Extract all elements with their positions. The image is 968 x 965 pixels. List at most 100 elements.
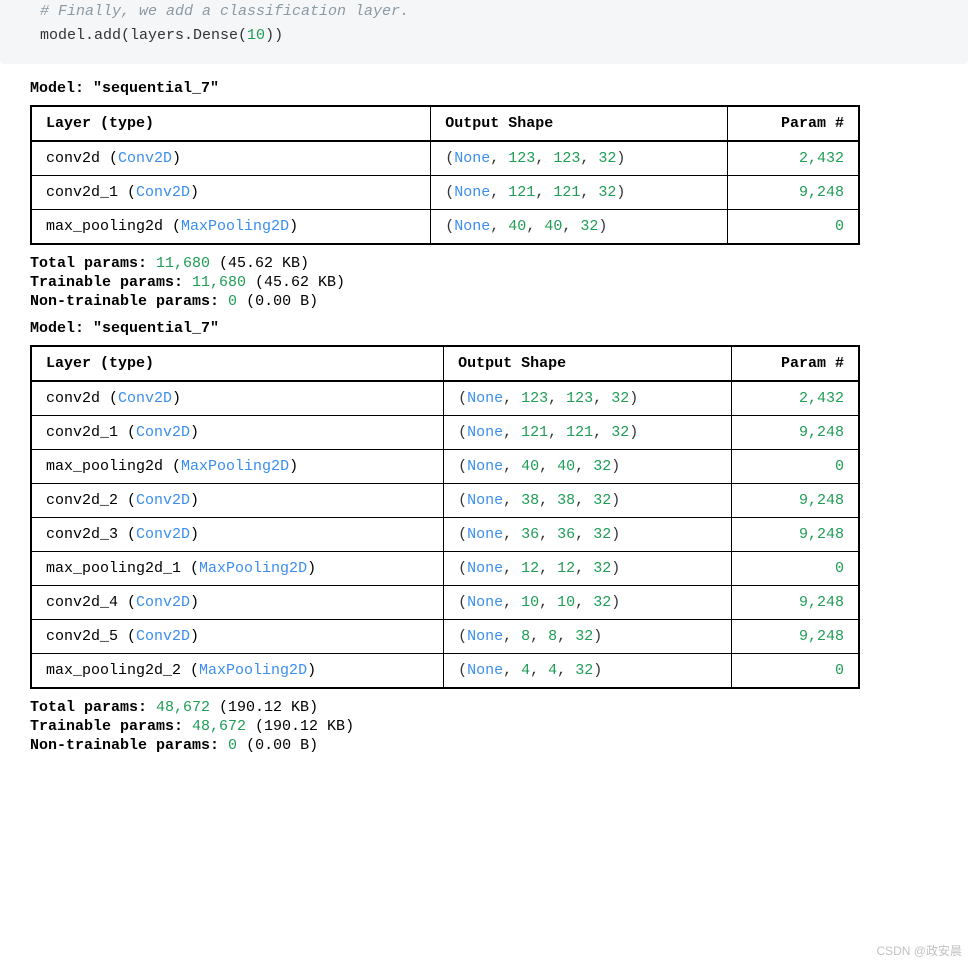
layer-name: max_pooling2d (46, 218, 163, 235)
layer-type: Conv2D (136, 184, 190, 201)
shape-dim: 121 (566, 424, 593, 441)
table-row: conv2d (Conv2D)(None, 123, 123, 32) 2,432 (31, 141, 859, 176)
shape-dim: 32 (598, 184, 616, 201)
shape-cell: (None, 38, 38, 32) (444, 484, 732, 518)
shape-none: None (454, 184, 490, 201)
layer-name: max_pooling2d (46, 458, 163, 475)
table-header-row: Layer (type) Output Shape Param # (31, 346, 859, 381)
shape-none: None (467, 458, 503, 475)
layer-type: Conv2D (118, 390, 172, 407)
shape-dim: 38 (521, 492, 539, 509)
model-title: Model: "sequential_7" (30, 80, 938, 97)
shape-dim: 10 (521, 594, 539, 611)
shape-cell: (None, 36, 36, 32) (444, 518, 732, 552)
summary-value: 48,672 (192, 718, 246, 735)
param-cell: 9,248 (732, 484, 859, 518)
param-value: 9,248 (799, 526, 844, 543)
layer-cell: conv2d_1 (Conv2D) (31, 176, 431, 210)
summary-size: (190.12 KB) (246, 718, 354, 735)
code-number: 10 (247, 27, 265, 44)
layer-cell: conv2d (Conv2D) (31, 141, 431, 176)
table-header-row: Layer (type) Output Shape Param # (31, 106, 859, 141)
total-params: Total params: 48,672 (190.12 KB) (30, 699, 938, 716)
col-layer: Layer (type) (31, 106, 431, 141)
layer-name: conv2d_1 (46, 424, 118, 441)
col-layer: Layer (type) (31, 346, 444, 381)
summary-label: Trainable params: (30, 274, 192, 291)
shape-dim: 123 (521, 390, 548, 407)
table-row: max_pooling2d (MaxPooling2D)(None, 40, 4… (31, 450, 859, 484)
param-value: 0 (835, 560, 844, 577)
shape-none: None (467, 390, 503, 407)
shape-dim: 32 (611, 390, 629, 407)
trainable-params: Trainable params: 11,680 (45.62 KB) (30, 274, 938, 291)
table-row: conv2d_1 (Conv2D)(None, 121, 121, 32)9,2… (31, 416, 859, 450)
shape-none: None (467, 526, 503, 543)
layer-type: MaxPooling2D (199, 662, 307, 679)
layer-type: MaxPooling2D (181, 218, 289, 235)
layer-name: conv2d_1 (46, 184, 118, 201)
model-title-prefix: Model: (30, 320, 93, 337)
model-title-name: "sequential_7" (93, 80, 219, 97)
summary-value: 0 (228, 293, 237, 310)
param-value: 2,432 (799, 150, 844, 167)
shape-dim: 8 (521, 628, 530, 645)
shape-dim: 32 (593, 458, 611, 475)
shape-dim: 12 (557, 560, 575, 577)
shape-cell: (None, 10, 10, 32) (444, 586, 732, 620)
param-value: 9,248 (799, 492, 844, 509)
shape-dim: 32 (611, 424, 629, 441)
shape-none: None (467, 662, 503, 679)
trainable-params: Trainable params: 48,672 (190.12 KB) (30, 718, 938, 735)
shape-cell: (None, 12, 12, 32) (444, 552, 732, 586)
shape-cell: (None, 123, 123, 32) (444, 381, 732, 416)
model-summary-table-2: Layer (type) Output Shape Param # conv2d… (30, 345, 860, 689)
shape-cell: (None, 40, 40, 32) (431, 210, 728, 245)
layer-type: Conv2D (136, 492, 190, 509)
shape-dim: 121 (553, 184, 580, 201)
summary-size: (45.62 KB) (246, 274, 345, 291)
shape-cell: (None, 123, 123, 32) (431, 141, 728, 176)
layer-name: conv2d (46, 150, 100, 167)
summary-value: 11,680 (156, 255, 210, 272)
param-cell: 9,248 (728, 176, 859, 210)
summary-size: (45.62 KB) (210, 255, 309, 272)
summary-label: Total params: (30, 699, 156, 716)
param-cell: 9,248 (732, 416, 859, 450)
layer-cell: conv2d_5 (Conv2D) (31, 620, 444, 654)
shape-dim: 123 (553, 150, 580, 167)
shape-dim: 32 (593, 594, 611, 611)
shape-dim: 36 (557, 526, 575, 543)
table-row: max_pooling2d_2 (MaxPooling2D)(None, 4, … (31, 654, 859, 689)
shape-dim: 32 (598, 150, 616, 167)
shape-dim: 40 (557, 458, 575, 475)
param-cell: 0 (732, 654, 859, 689)
layer-name: max_pooling2d_1 (46, 560, 181, 577)
layer-cell: conv2d_3 (Conv2D) (31, 518, 444, 552)
layer-name: conv2d_5 (46, 628, 118, 645)
layer-cell: max_pooling2d_1 (MaxPooling2D) (31, 552, 444, 586)
shape-none: None (467, 628, 503, 645)
layer-cell: conv2d_4 (Conv2D) (31, 586, 444, 620)
layer-type: Conv2D (136, 424, 190, 441)
shape-cell: (None, 4, 4, 32) (444, 654, 732, 689)
shape-cell: (None, 8, 8, 32) (444, 620, 732, 654)
shape-dim: 40 (508, 218, 526, 235)
summary-label: Trainable params: (30, 718, 192, 735)
layer-type: Conv2D (136, 594, 190, 611)
shape-dim: 32 (593, 526, 611, 543)
summary-value: 0 (228, 737, 237, 754)
param-cell: 9,248 (732, 518, 859, 552)
shape-none: None (454, 150, 490, 167)
shape-dim: 4 (521, 662, 530, 679)
summary-label: Non-trainable params: (30, 737, 228, 754)
col-shape: Output Shape (444, 346, 732, 381)
param-value: 0 (835, 662, 844, 679)
table-row: conv2d_4 (Conv2D)(None, 10, 10, 32)9,248 (31, 586, 859, 620)
code-comment: # Finally, we add a classification layer… (40, 3, 409, 20)
table-row: max_pooling2d_1 (MaxPooling2D)(None, 12,… (31, 552, 859, 586)
output-content: Model: "sequential_7" Layer (type) Outpu… (0, 64, 968, 766)
summary-value: 11,680 (192, 274, 246, 291)
param-value: 0 (835, 218, 844, 235)
param-cell: 0 (732, 552, 859, 586)
